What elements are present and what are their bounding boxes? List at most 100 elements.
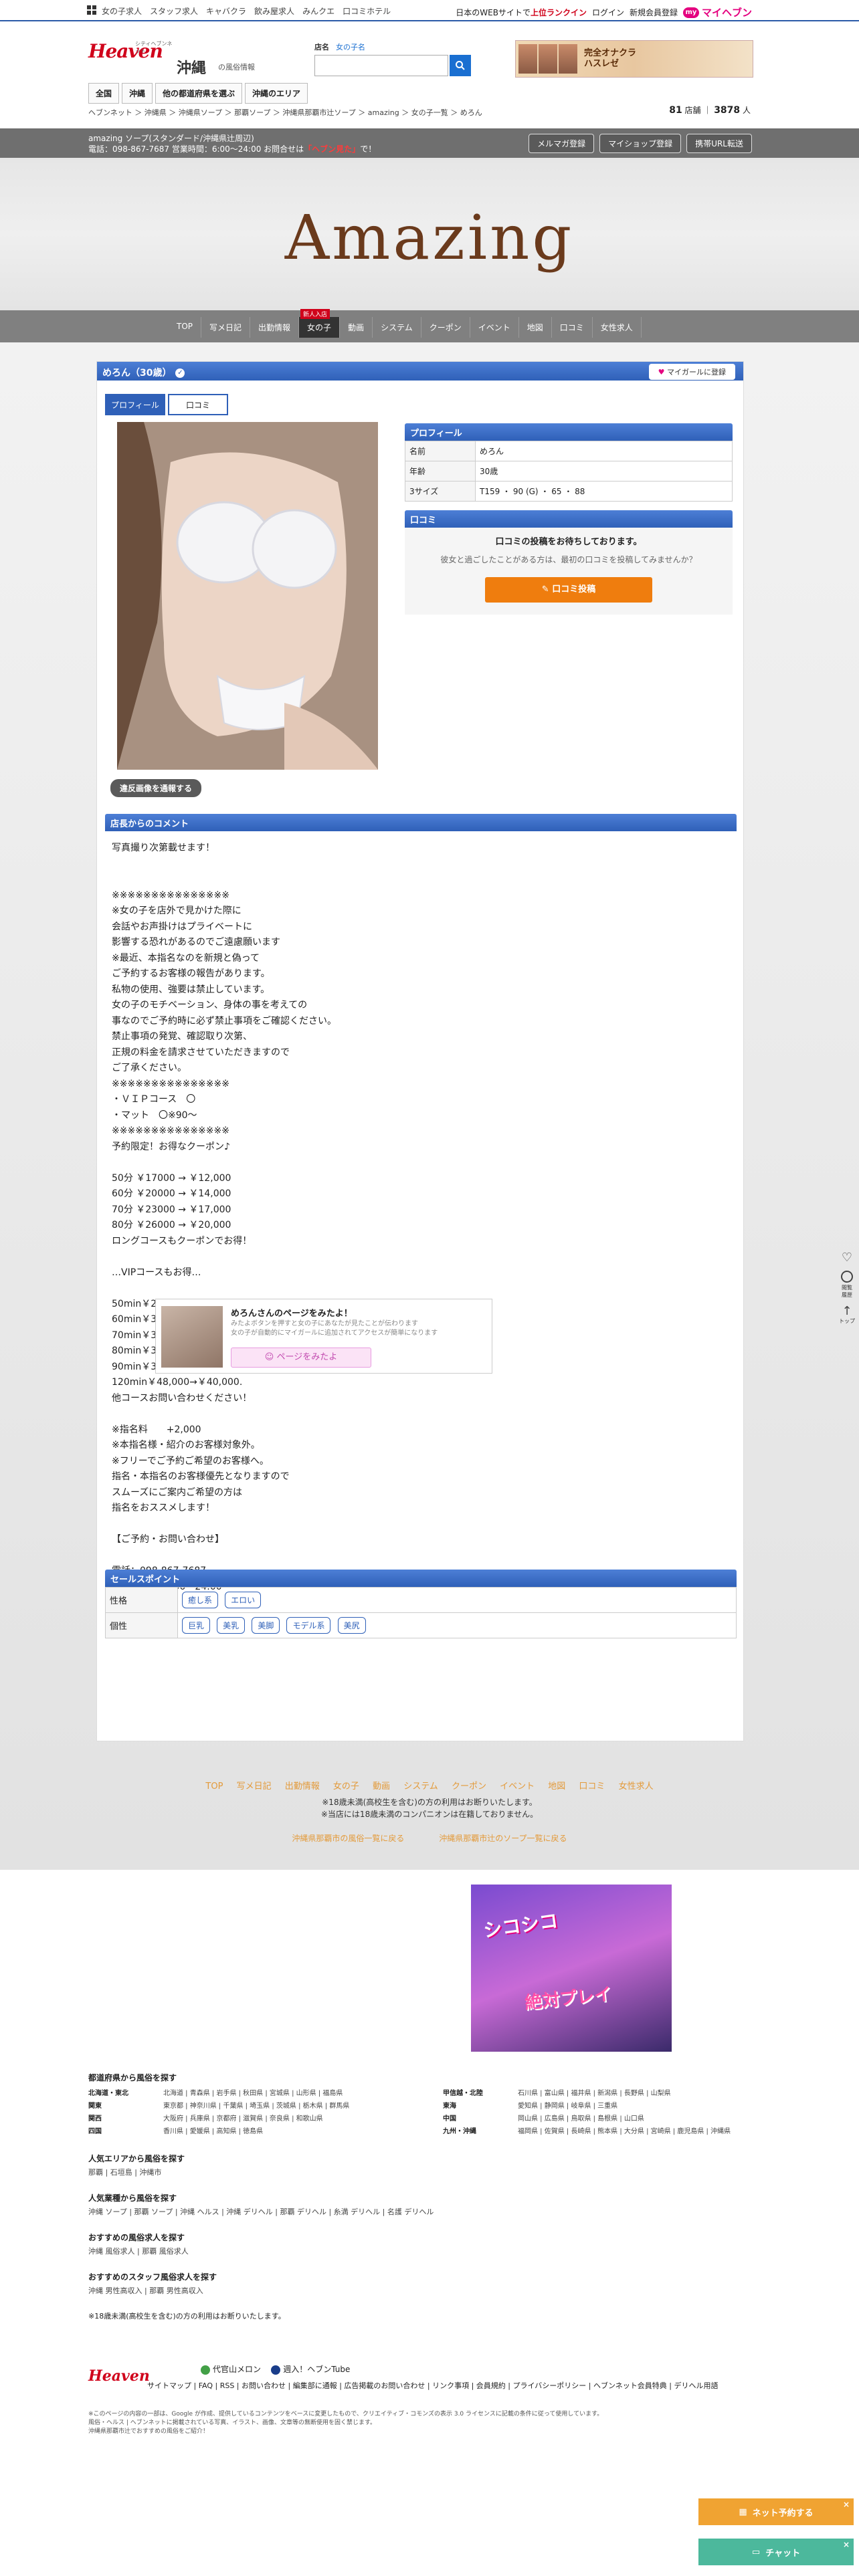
top-nav-item[interactable]: 女の子求人 — [102, 5, 142, 17]
footer-nav-item[interactable]: 女の子 — [333, 1782, 359, 1792]
nav-event[interactable]: イベント — [470, 317, 519, 338]
back-link-city[interactable]: 沖縄県那覇市の風俗一覧に戻る — [292, 1834, 404, 1843]
myshop-button[interactable]: マイショップ登録 — [599, 134, 682, 153]
promo-thumbnail — [161, 1306, 223, 1368]
mitayo-button[interactable]: ☺ ページをみたよ — [231, 1348, 371, 1368]
tab-zenkoku[interactable]: 全国 — [88, 83, 120, 104]
smile-icon: ☺ — [264, 1352, 274, 1362]
nav-recruit[interactable]: 女性求人 — [593, 317, 642, 338]
close-icon[interactable]: × — [843, 2500, 850, 2509]
footer-nav-item[interactable]: クーポン — [452, 1782, 486, 1792]
nav-diary[interactable]: 写メ日記 — [201, 317, 251, 338]
search-label-girl[interactable]: 女の子名 — [336, 41, 365, 52]
profile-title: プロフィール — [405, 423, 733, 441]
area-links[interactable]: 北海道 | 青森県 | 岩手県 | 秋田県 | 宮城県 | 山形県 | 福島県 — [163, 2087, 343, 2097]
footer-nav-item[interactable]: 地図 — [548, 1782, 565, 1792]
sister-site-2[interactable]: 週入！ヘブンTube — [283, 2365, 350, 2374]
close-icon[interactable]: × — [843, 2540, 850, 2549]
report-image-button[interactable]: 違反画像を通報する — [110, 779, 202, 797]
sales-key: 個性 — [105, 1612, 178, 1638]
side-heart[interactable]: ♡ — [839, 1252, 855, 1264]
tab-other-prefecture[interactable]: 他の都道府県を選ぶ — [155, 83, 243, 104]
chat-label: チャット — [765, 2548, 801, 2559]
footer-nav-item[interactable]: 出勤情報 — [285, 1782, 320, 1792]
area-links[interactable]: 福岡県 | 佐賀県 | 長崎県 | 熊本県 | 大分県 | 宮崎県 | 鹿児島県… — [518, 2125, 731, 2135]
footer-ad-banner[interactable]: シコシコ 絶対プレイ — [471, 1885, 672, 2052]
nav-map[interactable]: 地図 — [519, 317, 552, 338]
girl-photo[interactable] — [117, 422, 378, 770]
footer-nav-item[interactable]: 口コミ — [579, 1782, 605, 1792]
tag-chip[interactable]: エロい — [225, 1592, 262, 1608]
nav-girls[interactable]: 新人入店 女の子 — [299, 309, 341, 338]
top-nav-item[interactable]: キャバクラ — [206, 5, 246, 17]
nav-video[interactable]: 動画 — [340, 317, 373, 338]
search-button[interactable] — [450, 55, 471, 76]
footer-nav-item[interactable]: システム — [403, 1782, 438, 1792]
table-row: 性格 癒し系 エロい — [105, 1587, 737, 1613]
footer-block-links[interactable]: 沖縄 風俗求人 | 那覇 風俗求人 — [88, 2246, 771, 2256]
nav-top[interactable]: TOP — [169, 317, 202, 338]
tab-review[interactable]: 口コミ — [168, 394, 228, 415]
area-key: 関西 — [88, 2115, 102, 2123]
grid-menu-icon[interactable] — [87, 5, 96, 15]
footer-block-links[interactable]: 沖縄 ソープ | 那覇 ソープ | 沖縄 ヘルス | 沖縄 デリヘル | 那覇 … — [88, 2206, 771, 2217]
side-top[interactable]: ↑ トップ — [839, 1305, 855, 1325]
mailmag-button[interactable]: メルマガ登録 — [529, 134, 595, 153]
login-link[interactable]: ログイン — [592, 7, 624, 18]
shop-tel-text: 電話：098-867-7687 営業時間：6:00〜24:00 お問合せは — [88, 144, 304, 154]
breadcrumb[interactable]: ヘブンネット ＞ 沖縄県 ＞ 沖縄県ソープ ＞ 那覇ソープ ＞ 沖縄県那覇市辻ソ… — [88, 107, 482, 118]
sister-site-1[interactable]: 代官山メロン — [213, 2365, 261, 2374]
site-logo[interactable]: シティヘブンネット Heaven — [88, 40, 175, 70]
area-links[interactable]: 大阪府 | 兵庫県 | 京都府 | 滋賀県 | 奈良県 | 和歌山県 — [163, 2113, 323, 2123]
tag-chip[interactable]: 癒し系 — [182, 1592, 219, 1608]
area-links[interactable]: 愛知県 | 静岡県 | 岐阜県 | 三重県 — [518, 2100, 617, 2110]
footer-nav-item[interactable]: 女性求人 — [619, 1782, 654, 1792]
back-link-district[interactable]: 沖縄県那覇市辻のソープ一覧に戻る — [439, 1834, 567, 1843]
top-nav-item[interactable]: スタッフ求人 — [150, 5, 198, 17]
my-girl-button[interactable]: ♥ マイガールに登録 — [648, 364, 735, 380]
chat-button[interactable]: ▭ チャット × — [698, 2539, 854, 2565]
search-label-shop[interactable]: 店名 — [314, 41, 329, 52]
area-links[interactable]: 香川県 | 愛媛県 | 高知県 | 徳島県 — [163, 2125, 263, 2135]
area-links[interactable]: 岡山県 | 広島県 | 鳥取県 | 島根県 | 山口県 — [518, 2113, 644, 2123]
net-reserve-button[interactable]: ▦ ネット予約する × — [698, 2498, 854, 2525]
nav-review[interactable]: 口コミ — [552, 317, 593, 338]
header-ad-banner[interactable]: 完全オナクラ ハスレゼ — [515, 40, 753, 78]
side-history[interactable]: 閲覧 履歴 — [839, 1271, 855, 1299]
footer-block-links[interactable]: 那覇 | 石垣島 | 沖縄市 — [88, 2167, 771, 2177]
side-label: 履歴 — [842, 1292, 852, 1298]
tag-chip[interactable]: 美尻 — [337, 1617, 366, 1634]
tab-profile[interactable]: プロフィール — [105, 394, 165, 415]
tag-chip[interactable]: モデル系 — [286, 1617, 331, 1634]
area-key: 中国 — [443, 2115, 456, 2123]
nav-schedule[interactable]: 出勤情報 — [250, 317, 300, 338]
sales-chips: 癒し系 エロい — [177, 1587, 737, 1613]
top-nav-item[interactable]: みんクエ — [302, 5, 335, 17]
nav-coupon[interactable]: クーポン — [421, 317, 470, 338]
footer-block-links[interactable]: 沖縄 男性高収入 | 那覇 男性高収入 — [88, 2285, 771, 2296]
footer-nav-item[interactable]: イベント — [500, 1782, 535, 1792]
tag-chip[interactable]: 美脚 — [252, 1617, 280, 1634]
area-key: 関東 — [88, 2103, 102, 2110]
tag-chip[interactable]: 巨乳 — [182, 1617, 211, 1634]
top-nav-item[interactable]: 飲み屋求人 — [254, 5, 294, 17]
top-nav-item[interactable]: 口コミホテル — [343, 5, 391, 17]
register-link[interactable]: 新規会員登録 — [630, 7, 678, 18]
footer-nav-item[interactable]: TOP — [205, 1782, 223, 1792]
area-links[interactable]: 東京都 | 神奈川県 | 千葉県 | 埼玉県 | 茨城県 | 栃木県 | 群馬県 — [163, 2100, 349, 2110]
search-input[interactable] — [314, 55, 448, 76]
tab-okinawa[interactable]: 沖縄 — [122, 83, 153, 104]
footer-nav-item[interactable]: 写メ日記 — [237, 1782, 272, 1792]
tag-chip[interactable]: 美乳 — [217, 1617, 246, 1634]
tab-okinawa-area[interactable]: 沖縄のエリア — [245, 83, 308, 104]
footer-nav-item[interactable]: 動画 — [373, 1782, 390, 1792]
ad-text-1: シコシコ — [482, 1909, 559, 1942]
profile-key: 3サイズ — [405, 481, 476, 502]
mobile-url-button[interactable]: 携帯URL転送 — [686, 134, 752, 153]
footer-links[interactable]: サイトマップ | FAQ | RSS | お問い合わせ | 編集部に通報 | 広… — [147, 2381, 763, 2391]
nav-system[interactable]: システム — [373, 317, 421, 338]
sales-chips: 巨乳 美乳 美脚 モデル系 美尻 — [177, 1612, 737, 1638]
post-review-button[interactable]: ✎ 口コミ投稿 — [485, 577, 652, 603]
myheaven-link[interactable]: my マイヘブン — [682, 5, 752, 19]
area-links[interactable]: 石川県 | 富山県 | 福井県 | 新潟県 | 長野県 | 山梨県 — [518, 2087, 671, 2097]
